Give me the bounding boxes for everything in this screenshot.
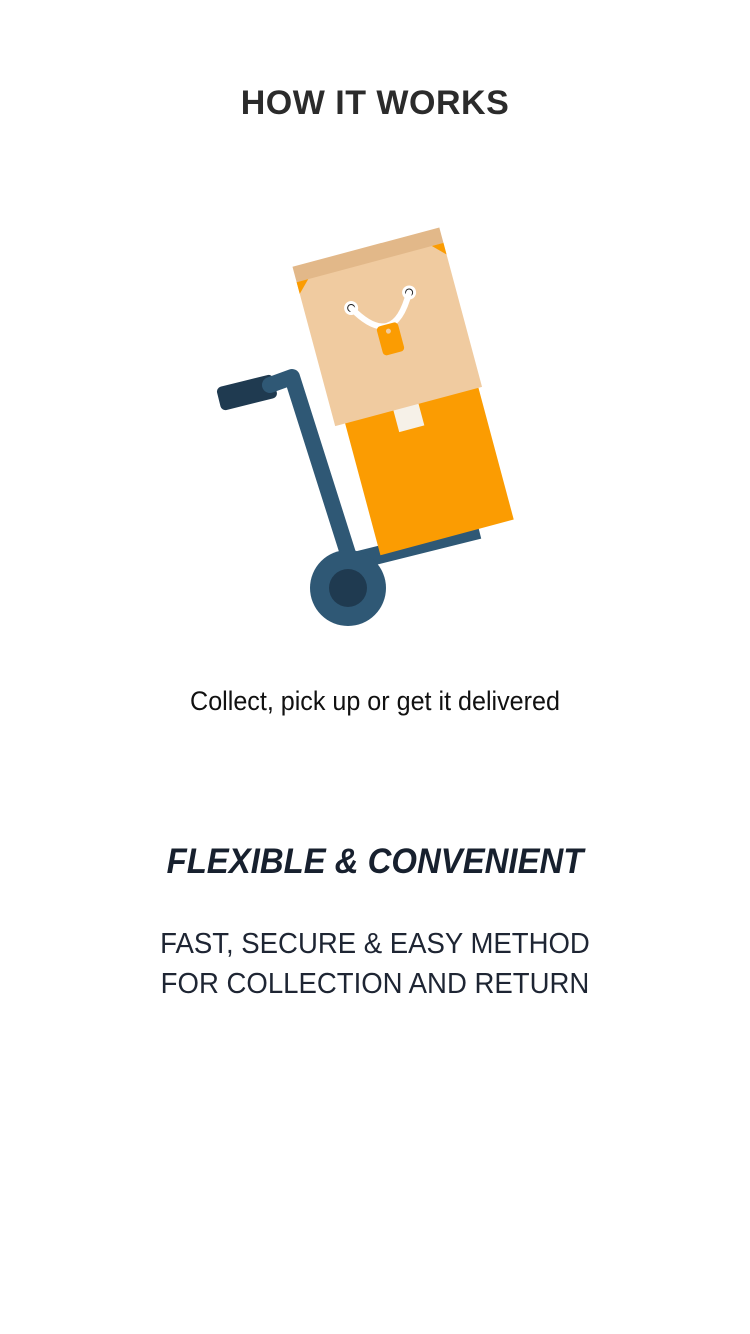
feature-description-line: FAST, SECURE & EASY METHOD — [160, 928, 590, 960]
delivery-trolley-with-boxes-icon — [200, 215, 540, 645]
feature-heading: FLEXIBLE & CONVENIENT — [166, 842, 584, 881]
tagline: Collect, pick up or get it delivered — [190, 686, 560, 716]
page-title: HOW IT WORKS — [240, 84, 510, 122]
feature-description-line: FOR COLLECTION AND RETURN — [160, 968, 590, 1000]
feature-description: FAST, SECURE & EASY METHOD FOR COLLECTIO… — [19, 924, 732, 1004]
